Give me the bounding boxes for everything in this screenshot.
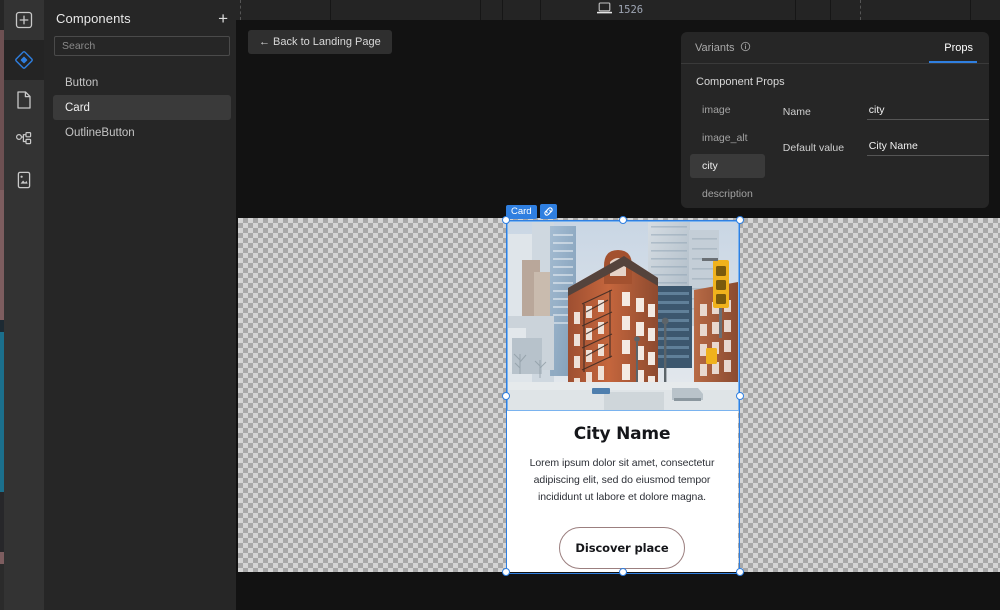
prop-list: image image_alt city description <box>681 98 765 208</box>
component-list: Button Card OutlineButton <box>44 70 240 145</box>
selection-frame: Card <box>506 220 740 574</box>
sidebar-item-components[interactable] <box>4 40 44 80</box>
plus-square-icon <box>14 10 34 30</box>
breakpoint-ruler-bar[interactable]: 1526 <box>240 0 1000 20</box>
icon-rail <box>4 0 44 610</box>
diamond-icon <box>13 49 35 71</box>
breakpoint-width-label: 1526 <box>618 4 643 16</box>
components-panel: Components + Button Card OutlineButton <box>44 0 240 610</box>
component-props-panel: Variants Props Component Props image ima… <box>681 32 989 208</box>
tab-variants[interactable]: Variants <box>695 32 751 64</box>
resize-handle-middle-left[interactable] <box>502 392 510 400</box>
prop-item-image-alt[interactable]: image_alt <box>690 126 765 150</box>
laptop-icon <box>597 1 612 19</box>
sidebar-item-pages[interactable] <box>4 80 44 120</box>
search-input[interactable] <box>54 36 230 56</box>
prop-name-input[interactable] <box>867 104 989 120</box>
prop-item-city[interactable]: city <box>690 154 765 178</box>
tab-variants-label: Variants <box>695 42 735 54</box>
resize-handle-bottom-center[interactable] <box>619 568 627 576</box>
image-child-outline <box>507 221 739 411</box>
sidebar-item-assets[interactable] <box>4 160 44 200</box>
props-body: image image_alt city description Name De… <box>681 98 989 208</box>
selection-badge-row: Card <box>506 204 557 219</box>
resize-handle-middle-right[interactable] <box>736 392 744 400</box>
sidebar-item-layers[interactable] <box>4 120 44 160</box>
tree-icon <box>14 130 34 150</box>
prop-detail-fields: Name Default value <box>765 98 989 208</box>
resize-handle-bottom-left[interactable] <box>502 568 510 576</box>
tab-props[interactable]: Props <box>944 32 973 64</box>
list-item-outlinebutton[interactable]: OutlineButton <box>53 120 231 145</box>
sidebar-item-add-element[interactable] <box>4 0 44 40</box>
prop-item-description[interactable]: description <box>690 182 765 206</box>
selected-component-badge[interactable]: Card <box>506 205 537 220</box>
panel-title: Components <box>56 11 131 26</box>
link-icon[interactable] <box>540 204 557 219</box>
info-icon[interactable] <box>740 41 751 55</box>
components-panel-header: Components + <box>44 0 240 36</box>
prop-name-row: Name <box>783 104 989 120</box>
prop-default-value-input[interactable] <box>867 140 989 156</box>
prop-name-label: Name <box>783 106 867 120</box>
list-item-card[interactable]: Card <box>53 95 231 120</box>
page-icon <box>15 90 33 110</box>
list-item-button[interactable]: Button <box>53 70 231 95</box>
current-breakpoint[interactable]: 1526 <box>240 0 1000 20</box>
resize-handle-top-left[interactable] <box>502 216 510 224</box>
resize-handle-bottom-right[interactable] <box>736 568 744 576</box>
prop-item-image[interactable]: image <box>690 98 765 122</box>
add-component-button[interactable]: + <box>216 10 230 27</box>
tab-props-label: Props <box>944 42 973 54</box>
props-section-title: Component Props <box>681 64 989 88</box>
resize-handle-top-right[interactable] <box>736 216 744 224</box>
props-panel-tabs: Variants Props <box>681 32 989 64</box>
prop-default-value-label: Default value <box>783 142 867 156</box>
image-icon <box>15 170 33 190</box>
prop-default-value-row: Default value <box>783 140 989 156</box>
app-root: Components + Button Card OutlineButton <box>0 0 1000 610</box>
resize-handle-top-center[interactable] <box>619 216 627 224</box>
back-to-landing-page-button[interactable]: ← Back to Landing Page <box>248 30 392 54</box>
